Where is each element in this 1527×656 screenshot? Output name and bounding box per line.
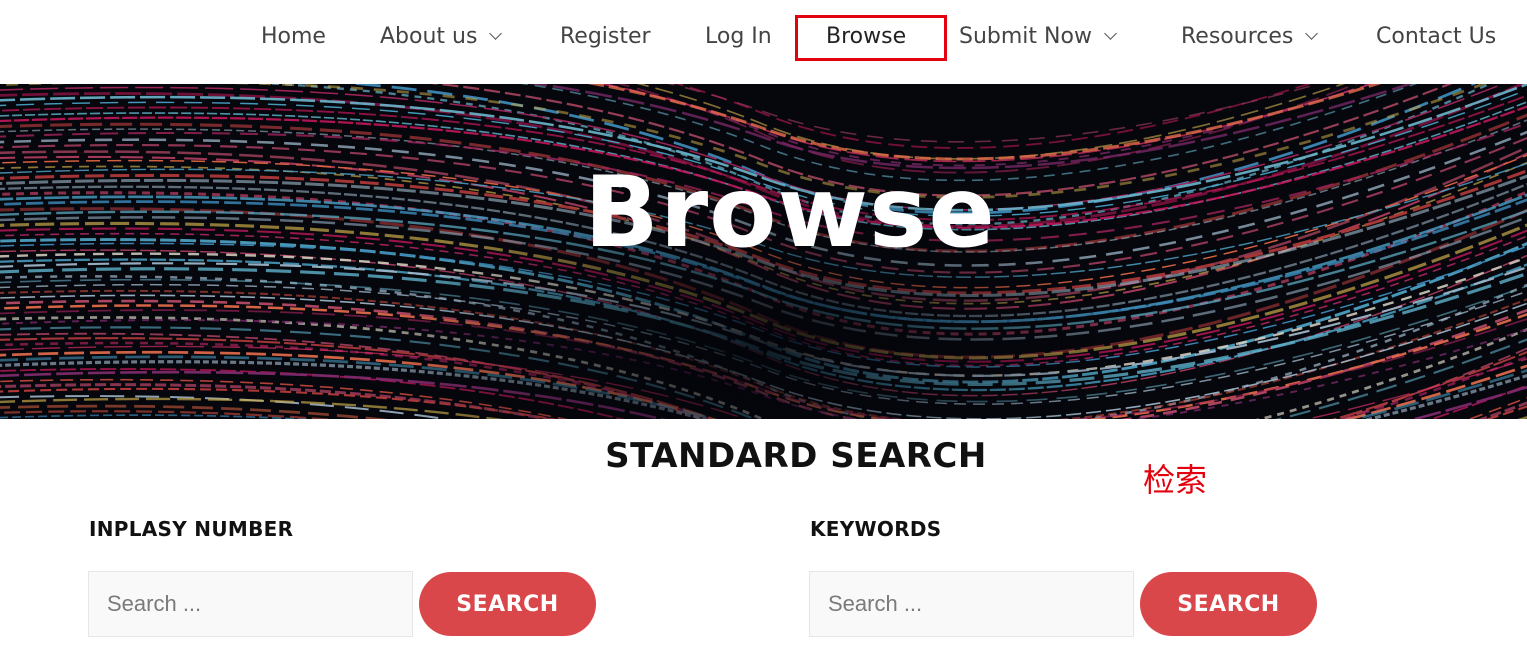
nav-register-link[interactable]: Register [560,20,651,54]
keywords-search-input[interactable] [809,571,1134,637]
chevron-down-icon [1305,27,1319,40]
nav-label: Resources [1181,24,1294,49]
chevron-down-icon [1104,27,1117,40]
nav-label: Log In [705,24,772,49]
nav-label: Contact Us [1376,24,1497,49]
nav-label: Submit Now [959,24,1092,49]
hero-banner: Browse [0,84,1527,419]
nav-home-link[interactable]: Home [261,20,326,54]
nav-label: Browse [826,24,907,49]
chevron-down-icon [489,27,503,40]
keywords-search-button[interactable]: SEARCH [1140,572,1317,636]
nav-label: Register [560,24,651,49]
page-title: Browse [584,156,996,270]
section-title: STANDARD SEARCH [605,436,987,476]
annotation-text: 检索 [1143,461,1208,499]
nav-label: About us [380,24,478,49]
top-navigation: Home About us Register Log In Browse Sub… [0,0,1527,84]
inplasy-number-search-button[interactable]: SEARCH [419,572,596,636]
nav-submit-now-link[interactable]: Submit Now [959,20,1117,54]
nav-about-us-link[interactable]: About us [380,20,503,54]
inplasy-number-search-input[interactable] [88,571,413,637]
inplasy-number-label: INPLASY NUMBER [89,517,294,541]
nav-contact-us-link[interactable]: Contact Us [1376,20,1496,54]
nav-label: Home [261,24,326,49]
nav-browse-link[interactable]: Browse [826,20,906,54]
keywords-label: KEYWORDS [810,517,942,541]
nav-log-in-link[interactable]: Log In [705,20,772,54]
nav-resources-link[interactable]: Resources [1181,20,1319,54]
